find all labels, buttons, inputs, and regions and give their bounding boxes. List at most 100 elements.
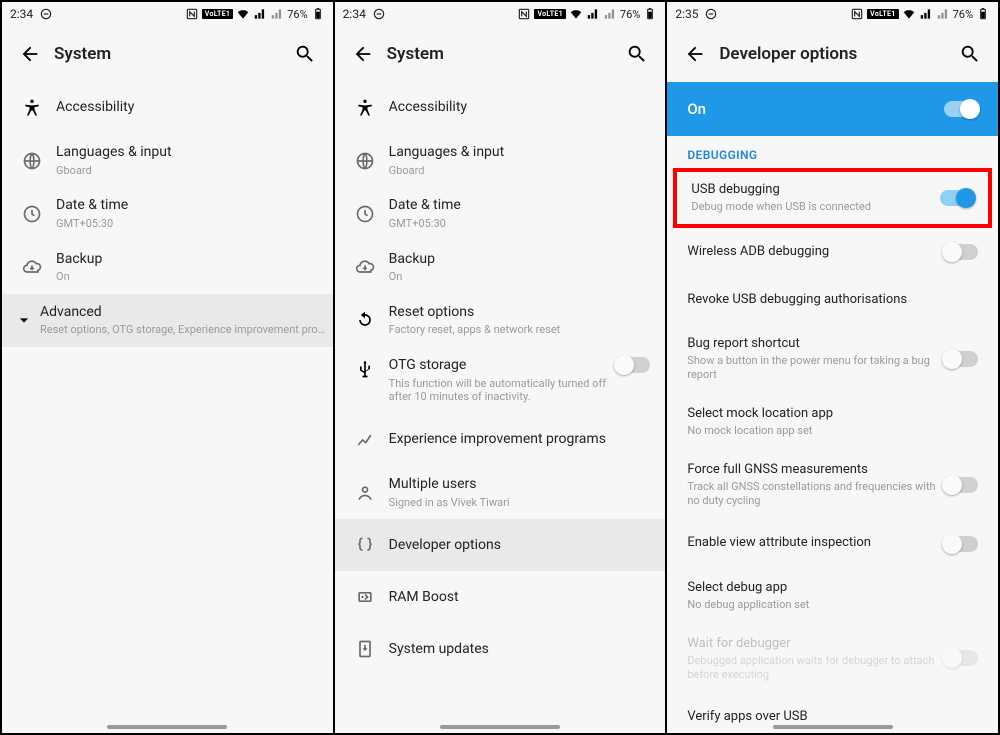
app-bar: System <box>335 26 666 82</box>
nav-handle[interactable] <box>440 725 560 729</box>
wifi-icon <box>569 7 583 21</box>
row-accessibility[interactable]: Accessibility <box>335 82 666 134</box>
row-otg[interactable]: OTG storage This function will be automa… <box>335 347 666 414</box>
search-button[interactable] <box>287 36 323 72</box>
signal-icon <box>253 7 267 21</box>
gnss-toggle[interactable] <box>944 477 978 493</box>
battery-pct: 76% <box>287 8 307 21</box>
wireless-adb-toggle[interactable] <box>944 244 978 260</box>
screen-system-collapsed: 2:34 VoLTE1 76% System Accessibility Lan… <box>2 2 333 733</box>
nav-handle[interactable] <box>773 725 893 729</box>
battery-icon <box>643 7 657 21</box>
row-datetime[interactable]: Date & time GMT+05:30 <box>335 187 666 240</box>
page-title: Developer options <box>713 44 952 64</box>
section-debugging: DEBUGGING <box>667 136 998 168</box>
wait-debugger-toggle <box>944 650 978 666</box>
status-bar: 2:34 VoLTE1 76% <box>335 2 666 26</box>
row-gnss[interactable]: Force full GNSS measurements Track all G… <box>667 450 998 520</box>
view-attr-toggle[interactable] <box>944 536 978 552</box>
nfc-icon <box>185 7 199 21</box>
row-system-updates[interactable]: System updates <box>335 623 666 675</box>
battery-pct: 76% <box>953 8 973 21</box>
person-icon <box>347 483 383 503</box>
battery-pct: 76% <box>620 8 640 21</box>
signal2-icon <box>936 7 950 21</box>
ram-icon <box>347 587 383 607</box>
usb-debugging-toggle[interactable] <box>940 190 974 206</box>
row-bug-report[interactable]: Bug report shortcut Show a button in the… <box>667 324 998 394</box>
accessibility-icon <box>347 98 383 118</box>
row-wireless-adb[interactable]: Wireless ADB debugging <box>667 228 998 276</box>
page-title: System <box>48 44 287 64</box>
row-reset[interactable]: Reset options Factory reset, apps & netw… <box>335 294 666 347</box>
dnd-icon <box>704 7 718 21</box>
status-time: 2:34 <box>343 7 366 21</box>
clock-icon <box>347 204 383 224</box>
screen-developer-options: 2:35 VoLTE1 76% Developer options On DEB… <box>667 2 998 733</box>
download-icon <box>347 639 383 659</box>
row-accessibility[interactable]: Accessibility <box>2 82 333 134</box>
chevron-down-icon <box>14 310 34 330</box>
dnd-icon <box>39 7 53 21</box>
signal2-icon <box>603 7 617 21</box>
row-select-debug-app[interactable]: Select debug app No debug application se… <box>667 568 998 624</box>
row-usb-debugging[interactable]: USB debugging Debug mode when USB is con… <box>677 172 988 224</box>
chart-icon <box>347 430 383 450</box>
back-button[interactable] <box>677 36 713 72</box>
app-bar: Developer options <box>667 26 998 82</box>
wifi-icon <box>902 7 916 21</box>
volte-badge: VoLTE1 <box>867 9 898 19</box>
braces-icon <box>347 535 383 555</box>
signal-icon <box>586 7 600 21</box>
nfc-icon <box>517 7 531 21</box>
row-developer-options[interactable]: Developer options <box>335 519 666 571</box>
otg-toggle[interactable] <box>616 357 650 373</box>
row-languages[interactable]: Languages & input Gboard <box>335 134 666 187</box>
row-advanced[interactable]: Advanced Reset options, OTG storage, Exp… <box>2 294 333 347</box>
status-bar: 2:34 VoLTE1 76% <box>2 2 333 26</box>
row-wait-for-debugger: Wait for debugger Debugged application w… <box>667 624 998 694</box>
row-mock-location[interactable]: Select mock location app No mock locatio… <box>667 394 998 450</box>
dev-options-list: DEBUGGING USB debugging Debug mode when … <box>667 136 998 733</box>
page-title: System <box>381 44 620 64</box>
settings-list: Accessibility Languages & input Gboard D… <box>2 82 333 733</box>
accessibility-icon <box>14 98 50 118</box>
cloud-icon <box>347 257 383 277</box>
volte-badge: VoLTE1 <box>202 9 233 19</box>
nav-handle[interactable] <box>107 725 227 729</box>
reset-icon <box>347 310 383 330</box>
settings-list: Accessibility Languages & input Gboard D… <box>335 82 666 733</box>
status-time: 2:35 <box>675 7 698 21</box>
battery-icon <box>976 7 990 21</box>
row-multiusers[interactable]: Multiple users Signed in as Vivek Tiwari <box>335 466 666 519</box>
dnd-icon <box>372 7 386 21</box>
app-bar: System <box>2 26 333 82</box>
battery-icon <box>311 7 325 21</box>
search-button[interactable] <box>619 36 655 72</box>
screen-system-expanded: 2:34 VoLTE1 76% System Accessibility Lan… <box>335 2 666 733</box>
row-languages[interactable]: Languages & input Gboard <box>2 134 333 187</box>
globe-icon <box>14 151 50 171</box>
status-time: 2:34 <box>10 7 33 21</box>
row-backup[interactable]: Backup On <box>335 241 666 294</box>
row-experience[interactable]: Experience improvement programs <box>335 414 666 466</box>
row-view-attr[interactable]: Enable view attribute inspection <box>667 520 998 568</box>
row-datetime[interactable]: Date & time GMT+05:30 <box>2 187 333 240</box>
back-button[interactable] <box>345 36 381 72</box>
back-button[interactable] <box>12 36 48 72</box>
row-revoke-auth[interactable]: Revoke USB debugging authorisations <box>667 276 998 324</box>
status-bar: 2:35 VoLTE1 76% <box>667 2 998 26</box>
dev-options-banner[interactable]: On <box>667 82 998 136</box>
row-backup[interactable]: Backup On <box>2 241 333 294</box>
search-button[interactable] <box>952 36 988 72</box>
signal2-icon <box>270 7 284 21</box>
wifi-icon <box>236 7 250 21</box>
signal-icon <box>919 7 933 21</box>
bug-report-toggle[interactable] <box>944 351 978 367</box>
clock-icon <box>14 204 50 224</box>
volte-badge: VoLTE1 <box>534 9 565 19</box>
dev-options-master-toggle[interactable] <box>944 101 978 117</box>
globe-icon <box>347 151 383 171</box>
highlight-usb-debugging: USB debugging Debug mode when USB is con… <box>673 168 992 228</box>
row-ram-boost[interactable]: RAM Boost <box>335 571 666 623</box>
